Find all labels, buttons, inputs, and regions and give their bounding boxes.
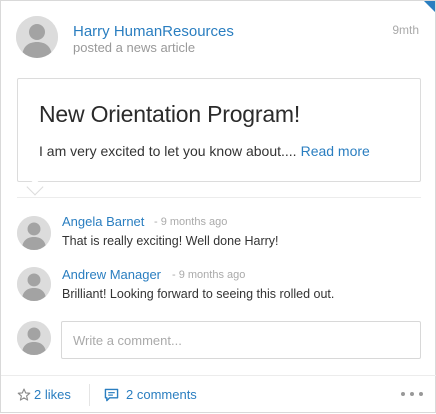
read-more-link[interactable]: Read more bbox=[301, 143, 370, 159]
comments-count-label: 2 comments bbox=[126, 387, 197, 402]
comment-author-link[interactable]: Andrew Manager bbox=[62, 267, 161, 282]
comment-input[interactable] bbox=[61, 321, 421, 359]
author-avatar[interactable] bbox=[16, 16, 58, 58]
comment-timestamp: - 9 months ago bbox=[172, 269, 246, 281]
comment-author-link[interactable]: Angela Barnet bbox=[62, 214, 144, 229]
comment-text: Brilliant! Looking forward to seeing thi… bbox=[62, 287, 335, 301]
more-options-button[interactable] bbox=[401, 386, 423, 402]
footer-separator bbox=[89, 384, 90, 406]
unread-corner-flag bbox=[424, 1, 435, 12]
ellipsis-icon bbox=[401, 392, 405, 396]
comment-text: That is really exciting! Well done Harry… bbox=[62, 234, 279, 248]
commenter-avatar[interactable] bbox=[17, 267, 51, 301]
comments-divider bbox=[17, 197, 421, 198]
post-footer: 2 likes 2 comments bbox=[1, 376, 436, 414]
article-excerpt-text: I am very excited to let you know about.… bbox=[39, 143, 297, 159]
news-post-card: Harry HumanResources posted a news artic… bbox=[0, 0, 436, 413]
post-timestamp: 9mth bbox=[392, 23, 419, 37]
user-silhouette-icon bbox=[17, 321, 51, 355]
user-silhouette-icon bbox=[17, 216, 51, 250]
user-silhouette-icon bbox=[17, 267, 51, 301]
current-user-avatar bbox=[17, 321, 51, 355]
comments-button[interactable]: 2 comments bbox=[104, 387, 197, 402]
user-silhouette-icon bbox=[16, 16, 58, 58]
article-title[interactable]: New Orientation Program! bbox=[39, 101, 300, 128]
article-preview[interactable]: New Orientation Program! I am very excit… bbox=[17, 78, 421, 182]
comment-timestamp: - 9 months ago bbox=[154, 216, 228, 228]
star-outline-icon bbox=[17, 387, 31, 401]
author-action-text: posted a news article bbox=[73, 40, 196, 55]
ellipsis-icon bbox=[419, 392, 423, 396]
commenter-avatar[interactable] bbox=[17, 216, 51, 250]
speech-bubble-icon bbox=[104, 388, 119, 401]
likes-button[interactable]: 2 likes bbox=[17, 387, 71, 402]
author-name-link[interactable]: Harry HumanResources bbox=[73, 23, 234, 40]
article-excerpt: I am very excited to let you know about.… bbox=[39, 143, 370, 159]
ellipsis-icon bbox=[410, 392, 414, 396]
likes-count-label: 2 likes bbox=[34, 387, 71, 402]
